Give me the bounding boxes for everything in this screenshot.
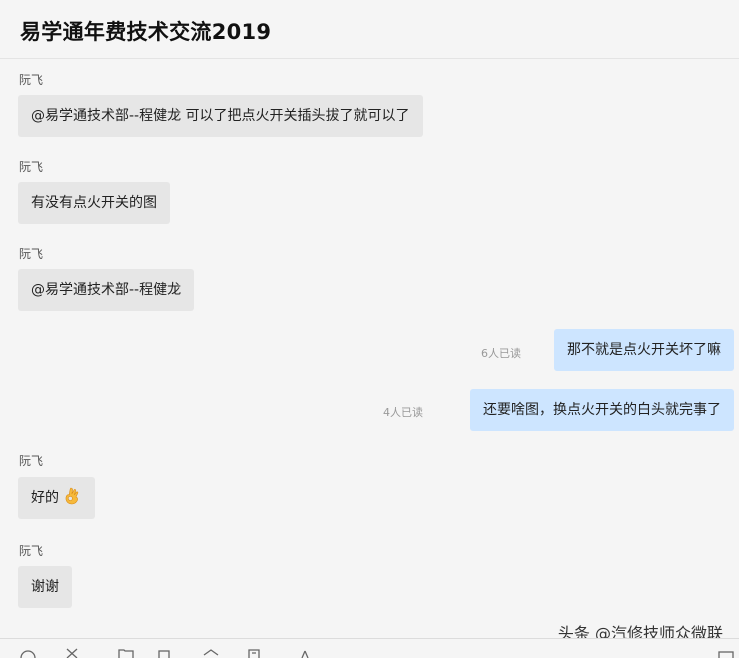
- emoji-icon[interactable]: [20, 647, 36, 658]
- incoming-message-bubble[interactable]: 谢谢: [18, 566, 72, 608]
- expand-icon[interactable]: [718, 647, 734, 658]
- scissors-icon[interactable]: [64, 647, 80, 658]
- message-sender[interactable]: 阮飞: [19, 452, 43, 469]
- incoming-message-bubble[interactable]: 有没有点火开关的图: [18, 182, 170, 224]
- outgoing-message-bubble[interactable]: 还要啥图，换点火开关的白头就完事了: [470, 389, 734, 431]
- incoming-message-bubble[interactable]: @易学通技术部--程健龙 可以了把点火开关插头拔了就可以了: [18, 95, 423, 137]
- incoming-message-bubble[interactable]: @易学通技术部--程健龙: [18, 269, 195, 311]
- read-receipt[interactable]: 4人已读: [383, 404, 423, 420]
- image-icon[interactable]: [156, 647, 172, 658]
- chat-header: 易学通年费技术交流2019: [0, 0, 739, 59]
- input-toolbar: [0, 638, 739, 658]
- chat-title: 易学通年费技术交流2019: [20, 20, 272, 44]
- history-icon[interactable]: [246, 647, 262, 658]
- folder-icon[interactable]: [118, 647, 134, 658]
- message-text: 好的: [31, 490, 59, 506]
- read-receipt[interactable]: 6人已读: [481, 345, 521, 361]
- more-icon[interactable]: [297, 647, 313, 658]
- message-sender[interactable]: 阮飞: [19, 245, 43, 262]
- outgoing-message-bubble[interactable]: 那不就是点火开关坏了嘛: [554, 329, 734, 371]
- message-sender[interactable]: 阮飞: [19, 542, 43, 559]
- box-icon[interactable]: [203, 647, 219, 658]
- message-sender[interactable]: 阮飞: [19, 158, 43, 175]
- incoming-message-bubble[interactable]: 好的: [18, 477, 95, 519]
- message-sender[interactable]: 阮飞: [19, 71, 43, 88]
- ok-hand-emoji: [65, 487, 79, 505]
